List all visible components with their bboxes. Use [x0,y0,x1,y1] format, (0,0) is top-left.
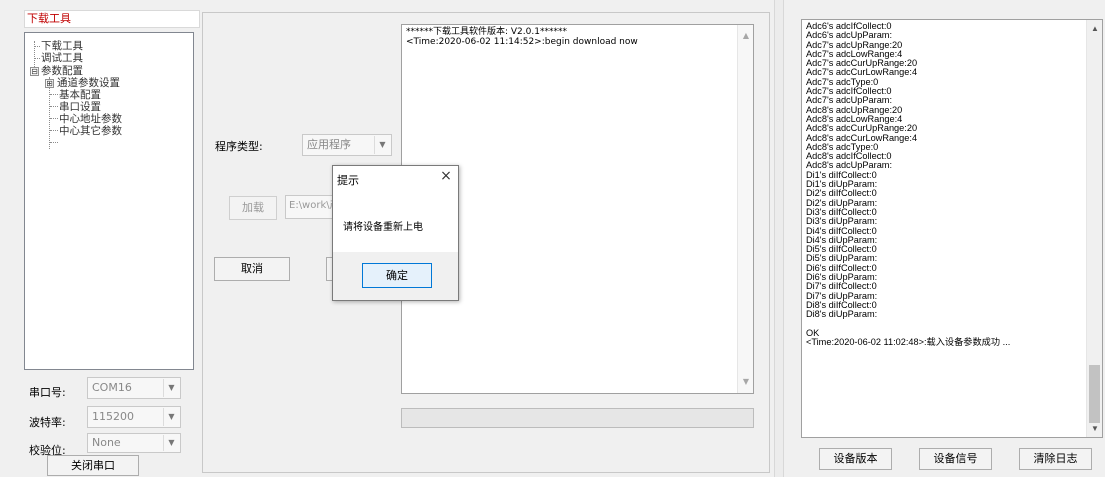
tree-item-basic-config[interactable]: 基本配置 [59,89,101,101]
splitter[interactable] [774,0,784,477]
log-line: ******下载工具软件版本: V2.0.1****** [406,27,567,37]
tree-connector [50,106,58,107]
tree-connector [35,46,40,47]
file-path-field[interactable]: E:\work\产 [285,195,333,219]
tree-connector [35,58,40,59]
log-line: <Time:2020-06-02 11:02:48>:载入设备参数成功 ... [806,337,1011,348]
program-type-select[interactable]: 应用程序 ▼ [302,134,392,156]
dialog-title: 提示 [337,174,359,187]
tree-item-center-other[interactable]: 中心其它参数 [59,125,122,137]
scroll-down-icon[interactable]: ▼ [1087,424,1102,433]
scroll-up-icon[interactable]: ▲ [1087,24,1102,33]
device-log[interactable]: Adc6's adcIfCollect:0 Adc6's adcUpParam: A… [801,19,1103,438]
device-version-button[interactable]: 设备版本 [819,448,892,470]
expand-icon[interactable]: ⊞ [45,79,54,88]
ok-button[interactable]: 确定 [362,263,432,288]
program-type-value: 应用程序 [307,138,351,151]
dialog-message: 请将设备重新上电 [343,222,423,233]
prompt-dialog: 提示 × 请将设备重新上电 确定 [332,165,459,301]
download-progress-bar [401,408,754,428]
device-signal-button[interactable]: 设备信号 [919,448,992,470]
device-log-lines: Adc6's adcIfCollect:0 Adc6's adcUpParam: A… [806,21,1098,348]
tree-item-param-config[interactable]: 参数配置 [41,65,83,77]
tree-connector [50,94,58,95]
close-port-button[interactable]: 关闭串口 [47,455,139,476]
nav-tree[interactable]: 下载工具 调试工具 ⊟ 参数配置 ⊞ 通道参数设置 基本配置 串口设置 中心地址… [24,32,194,370]
collapse-icon[interactable]: ⊟ [30,67,39,76]
device-log-scrollbar[interactable]: ▲ ▼ [1086,20,1102,437]
chevron-down-icon[interactable]: ▼ [163,408,179,426]
cancel-button[interactable]: 取消 [214,257,290,281]
tree-connector [50,130,58,131]
chevron-down-icon[interactable]: ▼ [374,136,390,154]
parity-value: None [92,436,121,449]
scroll-up-icon[interactable]: ▲ [738,31,753,41]
load-button[interactable]: 加载 [229,196,277,220]
baud-value: 115200 [92,410,134,423]
chevron-down-icon[interactable]: ▼ [163,435,179,451]
log-scrollbar[interactable]: ▲ ▼ [737,25,753,393]
log-line: Di8's diUpParam: [806,309,878,320]
baud-select[interactable]: 115200 ▼ [87,406,181,428]
tree-connector [50,118,58,119]
port-select[interactable]: COM16 ▼ [87,377,181,399]
baud-label: 波特率: [29,416,66,429]
clear-log-button[interactable]: 清除日志 [1019,448,1092,470]
chevron-down-icon[interactable]: ▼ [163,379,179,397]
scroll-thumb[interactable] [1089,365,1100,423]
port-value: COM16 [92,381,132,394]
tree-item-center-address[interactable]: 中心地址参数 [59,113,122,125]
tree-item-channel-params[interactable]: 通道参数设置 [57,77,120,89]
tool-title: 下载工具 [24,10,200,28]
close-icon[interactable]: × [437,168,455,184]
scroll-down-icon[interactable]: ▼ [738,377,753,387]
parity-select[interactable]: None ▼ [87,433,181,453]
tree-connector [50,142,58,143]
log-line: <Time:2020-06-02 11:14:52>:begin downloa… [406,37,638,47]
tree-item-download-tool[interactable]: 下载工具 [41,40,83,52]
tree-item-serial-settings[interactable]: 串口设置 [59,101,101,113]
port-label: 串口号: [29,386,66,399]
program-type-label: 程序类型: [215,140,263,153]
dialog-footer: 确定 [333,252,458,300]
tree-item-debug-tool[interactable]: 调试工具 [41,52,83,64]
